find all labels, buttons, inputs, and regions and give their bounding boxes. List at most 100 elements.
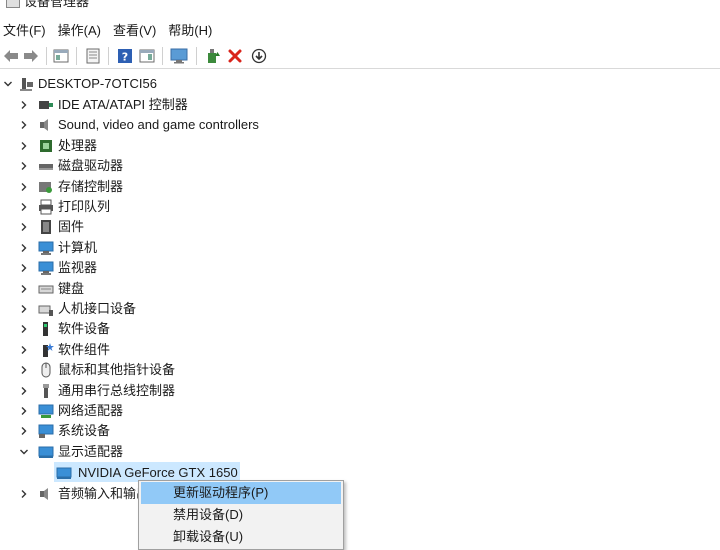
tree-category-label: 磁盘驱动器 (58, 158, 124, 173)
tree-category-label: 人机接口设备 (58, 301, 137, 316)
chevron-right-icon[interactable] (18, 156, 30, 176)
back-button[interactable] (2, 47, 20, 65)
toolbar-separator (46, 47, 47, 65)
red-x-icon (228, 49, 242, 63)
menu-bar: 文件(F) 操作(A) 查看(V) 帮助(H) (0, 19, 720, 43)
device-manager-icon (6, 0, 20, 8)
monitor-icon (38, 261, 54, 275)
tree-category[interactable]: 存储控制器 (0, 177, 320, 197)
tree-category[interactable]: Sound, video and game controllers (0, 115, 320, 135)
menu-file[interactable]: 文件(F) (0, 19, 52, 43)
tree-category[interactable]: 计算机 (0, 238, 320, 258)
tree-category[interactable]: IDE ATA/ATAPI 控制器 (0, 95, 320, 115)
tree-category-label: Sound, video and game controllers (58, 117, 259, 132)
computer-icon (38, 241, 54, 255)
tree-category[interactable]: 固件 (0, 217, 320, 237)
menu-disable-device[interactable]: 禁用设备(D) (141, 504, 341, 526)
action-pane-button[interactable] (138, 47, 156, 65)
hid-icon (38, 305, 53, 316)
chevron-right-icon[interactable] (18, 401, 30, 421)
tree-category[interactable]: 键盘 (0, 279, 320, 299)
chevron-right-icon[interactable] (18, 319, 30, 339)
chevron-right-icon[interactable] (18, 177, 30, 197)
chevron-right-icon[interactable] (18, 115, 30, 135)
update-driver-button[interactable] (204, 47, 222, 65)
chevron-right-icon[interactable] (18, 421, 30, 441)
menu-view[interactable]: 查看(V) (110, 19, 162, 43)
chevron-right-icon[interactable] (18, 217, 30, 237)
action-pane-icon (139, 49, 155, 63)
toolbar-separator (76, 47, 77, 65)
chevron-right-icon[interactable] (18, 381, 30, 401)
tree-category-label: 键盘 (58, 281, 85, 296)
tree-category-label: 打印队列 (58, 199, 111, 214)
tree-category-label: 固件 (58, 219, 85, 234)
chevron-right-icon[interactable] (18, 360, 30, 380)
network-adapter-icon (38, 404, 54, 418)
monitor-scan-icon (170, 48, 188, 64)
menu-action[interactable]: 操作(A) (55, 19, 107, 43)
display-adapter-icon (38, 446, 54, 458)
tree-category-label: IDE ATA/ATAPI 控制器 (58, 97, 188, 112)
cpu-icon (40, 140, 52, 152)
scan-hardware-button[interactable] (170, 47, 188, 65)
toolbar-separator (108, 47, 109, 65)
tree-category[interactable]: 显示适配器 (0, 442, 320, 462)
tree-category[interactable]: 网络适配器 (0, 401, 320, 421)
tree-category-label: 软件设备 (58, 321, 111, 336)
chevron-down-icon[interactable] (18, 442, 30, 462)
chevron-right-icon[interactable] (18, 340, 30, 360)
speaker-icon (40, 119, 48, 131)
forward-button[interactable] (22, 47, 40, 65)
tree-category[interactable]: 软件设备 (0, 319, 320, 339)
disk-drive-icon (39, 164, 53, 170)
toolbar-separator (162, 47, 163, 65)
keyboard-icon (38, 285, 54, 294)
menu-uninstall-device[interactable]: 卸载设备(U) (141, 526, 341, 548)
tree-category-label: 监视器 (58, 260, 98, 275)
show-hide-console-tree-button[interactable] (52, 47, 70, 65)
tree-category[interactable]: 通用串行总线控制器 (0, 381, 320, 401)
system-device-icon (38, 424, 54, 438)
help-icon: ? (118, 49, 132, 64)
tree-category[interactable]: 处理器 (0, 136, 320, 156)
printer-icon (39, 199, 53, 215)
tree-category[interactable]: 人机接口设备 (0, 299, 320, 319)
chevron-right-icon[interactable] (18, 197, 30, 217)
window-title: 设备管理器 (24, 0, 90, 9)
software-component-icon (43, 343, 54, 357)
chevron-right-icon[interactable] (18, 136, 30, 156)
tree-category-label: 计算机 (58, 240, 98, 255)
tree-category[interactable]: 软件组件 (0, 340, 320, 360)
chevron-right-icon[interactable] (18, 238, 30, 258)
tree-category-label: 系统设备 (58, 423, 111, 438)
tree-root[interactable]: DESKTOP-7OTCI56 (0, 74, 720, 94)
context-menu: 更新驱动程序(P) 禁用设备(D) 卸载设备(U) (138, 480, 344, 550)
usb-icon (43, 384, 49, 398)
toolbar-separator (196, 47, 197, 65)
chevron-right-icon[interactable] (18, 258, 30, 278)
update-driver-icon (208, 49, 220, 63)
chevron-down-icon[interactable] (2, 74, 14, 94)
tree-category-label: 鼠标和其他指针设备 (58, 362, 176, 377)
chevron-right-icon[interactable] (18, 279, 30, 299)
properties-button[interactable] (84, 47, 102, 65)
help-button[interactable]: ? (116, 47, 134, 65)
mouse-icon (41, 362, 51, 378)
computer-icon (20, 78, 33, 91)
chevron-right-icon[interactable] (18, 484, 30, 504)
chevron-right-icon[interactable] (18, 299, 30, 319)
tree-category[interactable]: 打印队列 (0, 197, 320, 217)
download-button[interactable] (250, 47, 268, 65)
title-bar: 设备管理器 (0, 0, 720, 14)
tree-category[interactable]: 鼠标和其他指针设备 (0, 360, 320, 380)
chevron-right-icon[interactable] (18, 95, 30, 115)
uninstall-button[interactable] (226, 47, 244, 65)
tree-category[interactable]: 系统设备 (0, 421, 320, 441)
toolbar: ? (0, 43, 720, 69)
menu-update-driver[interactable]: 更新驱动程序(P) (141, 482, 341, 504)
tree-item-label: 音频输入和输出 (58, 486, 150, 501)
tree-category[interactable]: 磁盘驱动器 (0, 156, 320, 176)
tree-category[interactable]: 监视器 (0, 258, 320, 278)
menu-help[interactable]: 帮助(H) (165, 19, 218, 43)
